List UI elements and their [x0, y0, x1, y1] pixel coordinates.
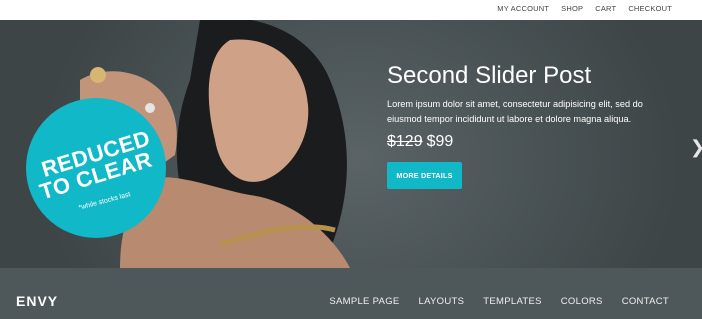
cart-link[interactable]: CART — [595, 4, 616, 13]
badge-note: *while stocks last — [78, 191, 132, 212]
shop-link[interactable]: SHOP — [561, 4, 583, 13]
more-details-button[interactable]: MORE DETAILS — [387, 162, 462, 189]
site-logo[interactable]: ENVY — [16, 293, 58, 309]
account-nav: MY ACCOUNT SHOP CART CHECKOUT — [497, 4, 672, 13]
my-account-link[interactable]: MY ACCOUNT — [497, 4, 549, 13]
ring-shape — [90, 67, 106, 83]
sale-badge: REDUCED TO CLEAR *while stocks last — [26, 98, 166, 238]
checkout-link[interactable]: CHECKOUT — [628, 4, 672, 13]
slide-title: Second Slider Post — [387, 62, 592, 89]
hero-slider: REDUCED TO CLEAR *while stocks last Seco… — [0, 20, 702, 268]
nav-layouts[interactable]: LAYOUTS — [419, 296, 465, 307]
top-bar: MY ACCOUNT SHOP CART CHECKOUT — [0, 0, 702, 20]
slide-description: Lorem ipsum dolor sit amet, consectetur … — [387, 99, 643, 124]
nav-contact[interactable]: CONTACT — [622, 296, 669, 307]
primary-nav: SAMPLE PAGE LAYOUTS TEMPLATES COLORS CON… — [329, 296, 669, 307]
nav-colors[interactable]: COLORS — [561, 296, 603, 307]
new-price: $99 — [426, 133, 454, 150]
old-price: $129 — [387, 133, 423, 150]
main-navigation-bar: ENVY SAMPLE PAGE LAYOUTS TEMPLATES COLOR… — [0, 268, 702, 319]
price-block: $129 $99 — [387, 133, 453, 151]
ring-shape-2 — [145, 103, 155, 113]
nav-sample-page[interactable]: SAMPLE PAGE — [329, 296, 399, 307]
next-slide-arrow-icon[interactable]: ❯ — [690, 138, 702, 156]
nav-templates[interactable]: TEMPLATES — [483, 296, 541, 307]
